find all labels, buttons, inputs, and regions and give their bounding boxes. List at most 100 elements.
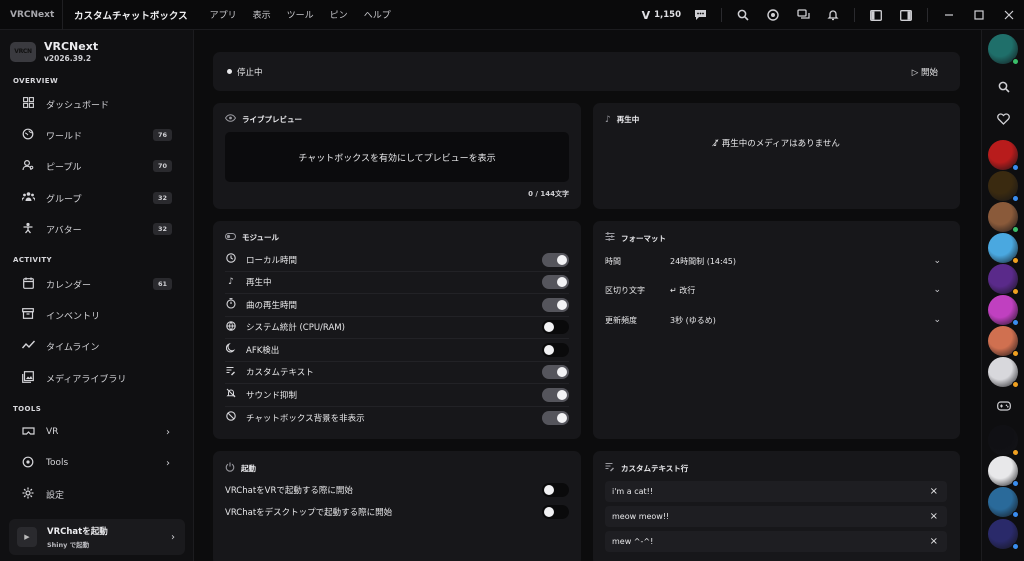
titlebar-divider [854, 8, 855, 22]
friend-avatar[interactable] [988, 456, 1019, 487]
nav-vr[interactable]: VR › [10, 420, 184, 444]
nav-timeline[interactable]: タイムライン [10, 334, 184, 358]
custom-text-value: mew ^-^! [612, 537, 654, 546]
launch-vrchat-button[interactable]: ▶ VRChatを起動 Shiny で起動 › [9, 519, 185, 555]
custom-text-title: カスタムテキスト行 [621, 464, 689, 473]
power-icon [225, 462, 235, 475]
count-badge: 76 [152, 129, 172, 141]
people-icon [19, 159, 37, 174]
module-toggle[interactable] [542, 342, 569, 357]
left-panel-icon[interactable] [861, 0, 891, 30]
maximize-icon[interactable] [964, 0, 994, 30]
remove-icon[interactable]: × [930, 536, 938, 547]
module-toggle[interactable] [542, 252, 569, 267]
play-icon: ▶ [17, 527, 37, 547]
menu-app[interactable]: アプリ [202, 8, 245, 21]
nav-calendar[interactable]: カレンダー 61 [10, 272, 184, 296]
menu-help[interactable]: ヘルプ [356, 8, 399, 21]
nav-label: 設定 [46, 490, 65, 501]
module-label: カスタムテキスト [246, 368, 314, 379]
format-card: フォーマット 時間 24時間制 (14:45) ⌄ 区切り文字 ↵ 改行 ⌄ 更… [593, 221, 960, 439]
menu-pin[interactable]: ピン [322, 8, 356, 21]
music-note-icon: ♪ [605, 114, 611, 125]
format-value: 24時間制 (14:45) [670, 256, 737, 266]
credits-display[interactable]: V 1,150 [642, 9, 681, 22]
toggle-knob [557, 299, 567, 310]
friend-avatar[interactable] [988, 140, 1019, 171]
card-title: モジュール [225, 232, 279, 243]
nav-people[interactable]: ピープル 70 [10, 154, 184, 178]
remove-icon[interactable]: × [930, 486, 938, 497]
startup-row-vr: VRChatをVRで起動する際に開始 [225, 479, 569, 502]
minimize-icon[interactable] [934, 0, 964, 30]
custom-text-line[interactable]: meow meow!! × [605, 506, 947, 527]
module-toggle[interactable] [542, 365, 569, 380]
format-row-update-rate[interactable]: 更新頻度 3秒 (ゆるめ) ⌄ [605, 308, 947, 332]
nav-worlds[interactable]: ワールド 76 [10, 123, 184, 147]
status-dot [1012, 319, 1019, 326]
chat-bubble-icon[interactable] [685, 0, 715, 30]
gamepad-icon[interactable] [982, 400, 1024, 414]
friend-avatar[interactable] [988, 171, 1019, 202]
friend-avatar[interactable] [988, 295, 1019, 326]
custom-text-line[interactable]: mew ^-^! × [605, 531, 947, 552]
now-playing-card: ♪ 再生中 ♪̸ 再生中のメディアはありません [593, 103, 960, 209]
module-toggle[interactable] [542, 275, 569, 290]
music-note-icon: ♪ [228, 277, 234, 288]
char-count: 0 / 144文字 [528, 190, 569, 198]
bell-icon[interactable] [818, 0, 848, 30]
format-title: フォーマット [621, 233, 666, 243]
menu-view[interactable]: 表示 [245, 8, 279, 21]
count-badge: 61 [152, 278, 172, 290]
status-dot [1012, 511, 1019, 518]
startup-vr-toggle[interactable] [542, 483, 569, 498]
module-toggle[interactable] [542, 297, 569, 312]
nav-inventory[interactable]: インベントリ [10, 303, 184, 327]
module-label: AFK検出 [246, 345, 280, 356]
friend-avatar[interactable] [988, 326, 1019, 357]
heart-icon[interactable] [982, 113, 1024, 128]
start-button[interactable]: ▷ 開始 [912, 66, 938, 78]
nav-settings[interactable]: 設定 [10, 482, 184, 506]
friend-avatar[interactable] [988, 519, 1019, 550]
search-icon[interactable] [728, 0, 758, 30]
messages-icon[interactable] [788, 0, 818, 30]
music-off-icon: ♪̸ [713, 139, 722, 149]
search-icon[interactable] [982, 81, 1024, 96]
module-toggle[interactable] [542, 410, 569, 425]
menu-tools[interactable]: ツール [279, 8, 322, 21]
remove-icon[interactable]: × [930, 511, 938, 522]
record-icon[interactable] [758, 0, 788, 30]
friend-avatar[interactable] [988, 425, 1019, 456]
module-row: AFK検出 [225, 339, 569, 362]
friend-avatar[interactable] [988, 357, 1019, 388]
toggle-knob [557, 367, 567, 378]
module-label: ローカル時間 [246, 255, 298, 266]
nav-dashboard[interactable]: ダッシュボード [10, 92, 184, 116]
chevron-right-icon: › [166, 426, 170, 438]
friend-avatar[interactable] [988, 34, 1019, 65]
format-row-time[interactable]: 時間 24時間制 (14:45) ⌄ [605, 249, 947, 273]
toggle-icon [225, 232, 236, 243]
custom-text-line[interactable]: i'm a cat!! × [605, 481, 947, 502]
friend-avatar[interactable] [988, 264, 1019, 295]
module-toggle[interactable] [542, 387, 569, 402]
section-tools: TOOLS [13, 405, 42, 413]
nav-tools[interactable]: Tools › [10, 451, 184, 475]
nav-groups[interactable]: グループ 32 [10, 186, 184, 210]
group-icon [19, 191, 37, 205]
friend-avatar[interactable] [988, 202, 1019, 233]
module-toggle[interactable] [542, 320, 569, 335]
nav-media-library[interactable]: メディアライブラリ [10, 366, 184, 390]
calendar-icon [19, 277, 37, 292]
status-dot [1012, 480, 1019, 487]
friend-avatar[interactable] [988, 233, 1019, 264]
close-icon[interactable] [994, 0, 1024, 30]
format-row-separator[interactable]: 区切り文字 ↵ 改行 ⌄ [605, 278, 947, 302]
right-panel-icon[interactable] [891, 0, 921, 30]
timeline-icon [19, 340, 37, 353]
tools-icon [19, 456, 37, 471]
nav-avatars[interactable]: アバター 32 [10, 217, 184, 241]
friend-avatar[interactable] [988, 487, 1019, 518]
startup-desktop-toggle[interactable] [542, 505, 569, 520]
